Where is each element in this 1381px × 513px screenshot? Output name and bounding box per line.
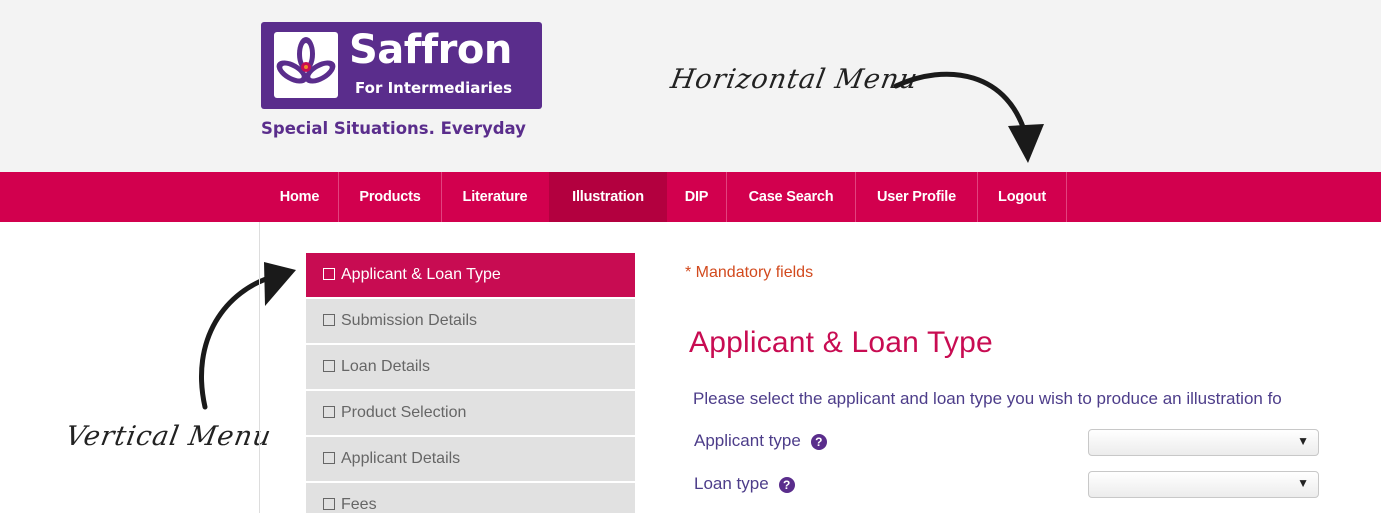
question-circle-icon[interactable]: ? — [778, 477, 795, 493]
step-applicant-details[interactable]: Applicant Details — [306, 437, 635, 481]
saffron-logo[interactable]: Saffron For Intermediaries — [261, 22, 542, 109]
step-loan-details[interactable]: Loan Details — [306, 345, 635, 389]
nav-literature[interactable]: Literature — [442, 172, 548, 222]
question-circle-icon[interactable]: ? — [810, 434, 827, 450]
checkbox-icon — [323, 452, 335, 464]
nav-home[interactable]: Home — [261, 172, 338, 222]
checkbox-icon — [323, 360, 335, 372]
step-label: Loan Details — [341, 358, 430, 375]
loan-type-label: Loan type? — [694, 473, 795, 495]
content-divider — [259, 222, 260, 513]
saffron-flower-icon — [274, 32, 338, 98]
nav-logout[interactable]: Logout — [978, 172, 1066, 222]
horizontal-menu-annotation: Horizontal Menu — [668, 64, 921, 95]
applicant-type-label: Applicant type? — [694, 430, 827, 452]
tagline: Special Situations. Everyday — [261, 119, 526, 138]
step-label: Fees — [341, 496, 377, 513]
checkbox-icon — [323, 268, 335, 280]
intro-text: Please select the applicant and loan typ… — [693, 389, 1282, 408]
step-applicant-loan-type[interactable]: Applicant & Loan Type — [306, 253, 635, 297]
logo-subtitle: For Intermediaries — [355, 79, 513, 97]
logo-name: Saffron — [349, 27, 512, 73]
step-label: Product Selection — [341, 404, 467, 421]
step-submission-details[interactable]: Submission Details — [306, 299, 635, 343]
step-label: Applicant & Loan Type — [341, 266, 501, 283]
caret-down-icon: ▼ — [1297, 476, 1309, 490]
nav-divider — [1066, 172, 1067, 222]
caret-down-icon: ▼ — [1297, 434, 1309, 448]
horizontal-menu: Home Products Literature Illustration DI… — [0, 172, 1381, 222]
step-label: Submission Details — [341, 312, 478, 329]
vertical-menu: Applicant & Loan Type Submission Details… — [306, 253, 635, 513]
step-label: Applicant Details — [341, 450, 461, 467]
nav-user-profile[interactable]: User Profile — [856, 172, 977, 222]
step-fees[interactable]: Fees — [306, 483, 635, 513]
nav-products[interactable]: Products — [339, 172, 441, 222]
field-label-text: Applicant type — [694, 431, 801, 450]
step-product-selection[interactable]: Product Selection — [306, 391, 635, 435]
checkbox-icon — [323, 406, 335, 418]
nav-case-search[interactable]: Case Search — [727, 172, 855, 222]
vertical-menu-annotation: Vertical Menu — [63, 421, 274, 452]
checkbox-icon — [323, 498, 335, 510]
applicant-type-select[interactable]: ▼ — [1088, 429, 1319, 456]
checkbox-icon — [323, 314, 335, 326]
nav-dip[interactable]: DIP — [667, 172, 726, 222]
field-label-text: Loan type — [694, 474, 769, 493]
loan-type-select[interactable]: ▼ — [1088, 471, 1319, 498]
mandatory-fields-note: * Mandatory fields — [685, 264, 814, 281]
nav-illustration[interactable]: Illustration — [549, 172, 667, 222]
page-title: Applicant & Loan Type — [689, 326, 993, 359]
